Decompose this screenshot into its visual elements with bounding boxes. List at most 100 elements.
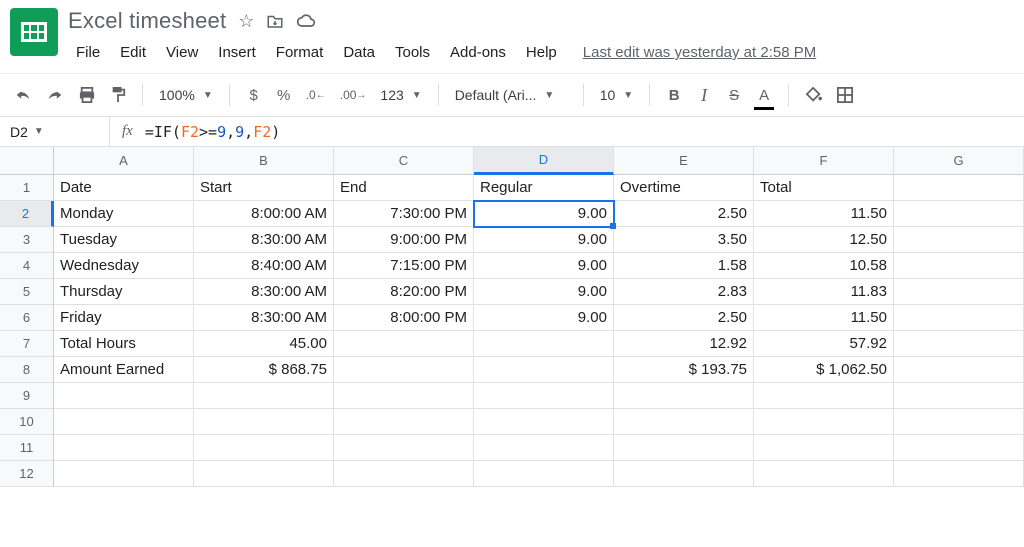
star-icon[interactable]: ☆ [238, 11, 254, 32]
cell-B1[interactable]: Start [194, 175, 334, 201]
zoom-combo[interactable]: 100%▼ [155, 87, 217, 103]
strikethrough-button[interactable]: S [722, 82, 746, 108]
menu-file[interactable]: File [68, 40, 108, 65]
cell-B2[interactable]: 8:00:00 AM [194, 201, 334, 227]
cell-F6[interactable]: 11.50 [754, 305, 894, 331]
number-format-combo[interactable]: 123▼ [376, 87, 425, 103]
cell-G11[interactable] [894, 435, 1024, 461]
cell-C12[interactable] [334, 461, 474, 487]
cell-E1[interactable]: Overtime [614, 175, 754, 201]
sheets-logo[interactable] [10, 8, 58, 56]
column-header-E[interactable]: E [614, 147, 754, 175]
spreadsheet-grid[interactable]: ABCDEFG1DateStartEndRegularOvertimeTotal… [0, 147, 1024, 487]
cell-D5[interactable]: 9.00 [474, 279, 614, 305]
cell-C2[interactable]: 7:30:00 PM [334, 201, 474, 227]
name-box[interactable]: D2 ▼ [0, 117, 110, 146]
cell-C1[interactable]: End [334, 175, 474, 201]
cell-E4[interactable]: 1.58 [614, 253, 754, 279]
cell-E12[interactable] [614, 461, 754, 487]
menu-edit[interactable]: Edit [112, 40, 154, 65]
cell-C4[interactable]: 7:15:00 PM [334, 253, 474, 279]
menu-addons[interactable]: Add-ons [442, 40, 514, 65]
cell-F3[interactable]: 12.50 [754, 227, 894, 253]
cell-D4[interactable]: 9.00 [474, 253, 614, 279]
fill-color-button[interactable] [801, 82, 827, 108]
cell-A2[interactable]: Monday [54, 201, 194, 227]
cell-A3[interactable]: Tuesday [54, 227, 194, 253]
cell-D12[interactable] [474, 461, 614, 487]
row-header-10[interactable]: 10 [0, 409, 54, 435]
cell-A9[interactable] [54, 383, 194, 409]
cell-F11[interactable] [754, 435, 894, 461]
print-button[interactable] [74, 82, 100, 108]
menu-tools[interactable]: Tools [387, 40, 438, 65]
cell-E6[interactable]: 2.50 [614, 305, 754, 331]
formula-input[interactable]: =IF(F2>=9,9,F2) [145, 123, 280, 141]
cell-G4[interactable] [894, 253, 1024, 279]
cell-F12[interactable] [754, 461, 894, 487]
cell-G5[interactable] [894, 279, 1024, 305]
cell-C9[interactable] [334, 383, 474, 409]
cell-E3[interactable]: 3.50 [614, 227, 754, 253]
cell-C11[interactable] [334, 435, 474, 461]
cell-G8[interactable] [894, 357, 1024, 383]
cell-C7[interactable] [334, 331, 474, 357]
text-color-button[interactable]: A [752, 82, 776, 108]
cell-C6[interactable]: 8:00:00 PM [334, 305, 474, 331]
cell-F10[interactable] [754, 409, 894, 435]
cell-A12[interactable] [54, 461, 194, 487]
cell-F1[interactable]: Total [754, 175, 894, 201]
italic-button[interactable]: I [692, 82, 716, 108]
cell-B10[interactable] [194, 409, 334, 435]
document-title[interactable]: Excel timesheet [68, 8, 226, 34]
increase-decimal-button[interactable]: .00→ [336, 82, 371, 108]
cell-G1[interactable] [894, 175, 1024, 201]
cell-D11[interactable] [474, 435, 614, 461]
undo-button[interactable] [10, 82, 36, 108]
row-header-4[interactable]: 4 [0, 253, 54, 279]
column-header-A[interactable]: A [54, 147, 194, 175]
row-header-7[interactable]: 7 [0, 331, 54, 357]
cell-A1[interactable]: Date [54, 175, 194, 201]
cell-D3[interactable]: 9.00 [474, 227, 614, 253]
cell-C5[interactable]: 8:20:00 PM [334, 279, 474, 305]
cell-A6[interactable]: Friday [54, 305, 194, 331]
cell-E11[interactable] [614, 435, 754, 461]
cell-G10[interactable] [894, 409, 1024, 435]
cell-G9[interactable] [894, 383, 1024, 409]
format-currency-button[interactable]: $ [242, 82, 266, 108]
row-header-9[interactable]: 9 [0, 383, 54, 409]
cell-A5[interactable]: Thursday [54, 279, 194, 305]
row-header-8[interactable]: 8 [0, 357, 54, 383]
decrease-decimal-button[interactable]: .0← [302, 82, 330, 108]
cell-C10[interactable] [334, 409, 474, 435]
column-header-F[interactable]: F [754, 147, 894, 175]
menu-insert[interactable]: Insert [210, 40, 264, 65]
cell-F2[interactable]: 11.50 [754, 201, 894, 227]
cell-F9[interactable] [754, 383, 894, 409]
cell-D7[interactable] [474, 331, 614, 357]
cell-F5[interactable]: 11.83 [754, 279, 894, 305]
cell-D10[interactable] [474, 409, 614, 435]
move-icon[interactable] [266, 13, 284, 29]
cell-E7[interactable]: 12.92 [614, 331, 754, 357]
cell-B9[interactable] [194, 383, 334, 409]
row-header-12[interactable]: 12 [0, 461, 54, 487]
cell-C3[interactable]: 9:00:00 PM [334, 227, 474, 253]
cell-G6[interactable] [894, 305, 1024, 331]
column-header-G[interactable]: G [894, 147, 1024, 175]
redo-button[interactable] [42, 82, 68, 108]
column-header-B[interactable]: B [194, 147, 334, 175]
cell-B12[interactable] [194, 461, 334, 487]
cell-B8[interactable]: $ 868.75 [194, 357, 334, 383]
cell-E5[interactable]: 2.83 [614, 279, 754, 305]
bold-button[interactable]: B [662, 82, 686, 108]
format-percent-button[interactable]: % [272, 82, 296, 108]
cell-A8[interactable]: Amount Earned [54, 357, 194, 383]
cell-E8[interactable]: $ 193.75 [614, 357, 754, 383]
cell-G7[interactable] [894, 331, 1024, 357]
cell-B6[interactable]: 8:30:00 AM [194, 305, 334, 331]
cell-A7[interactable]: Total Hours [54, 331, 194, 357]
cell-F7[interactable]: 57.92 [754, 331, 894, 357]
cell-G2[interactable] [894, 201, 1024, 227]
